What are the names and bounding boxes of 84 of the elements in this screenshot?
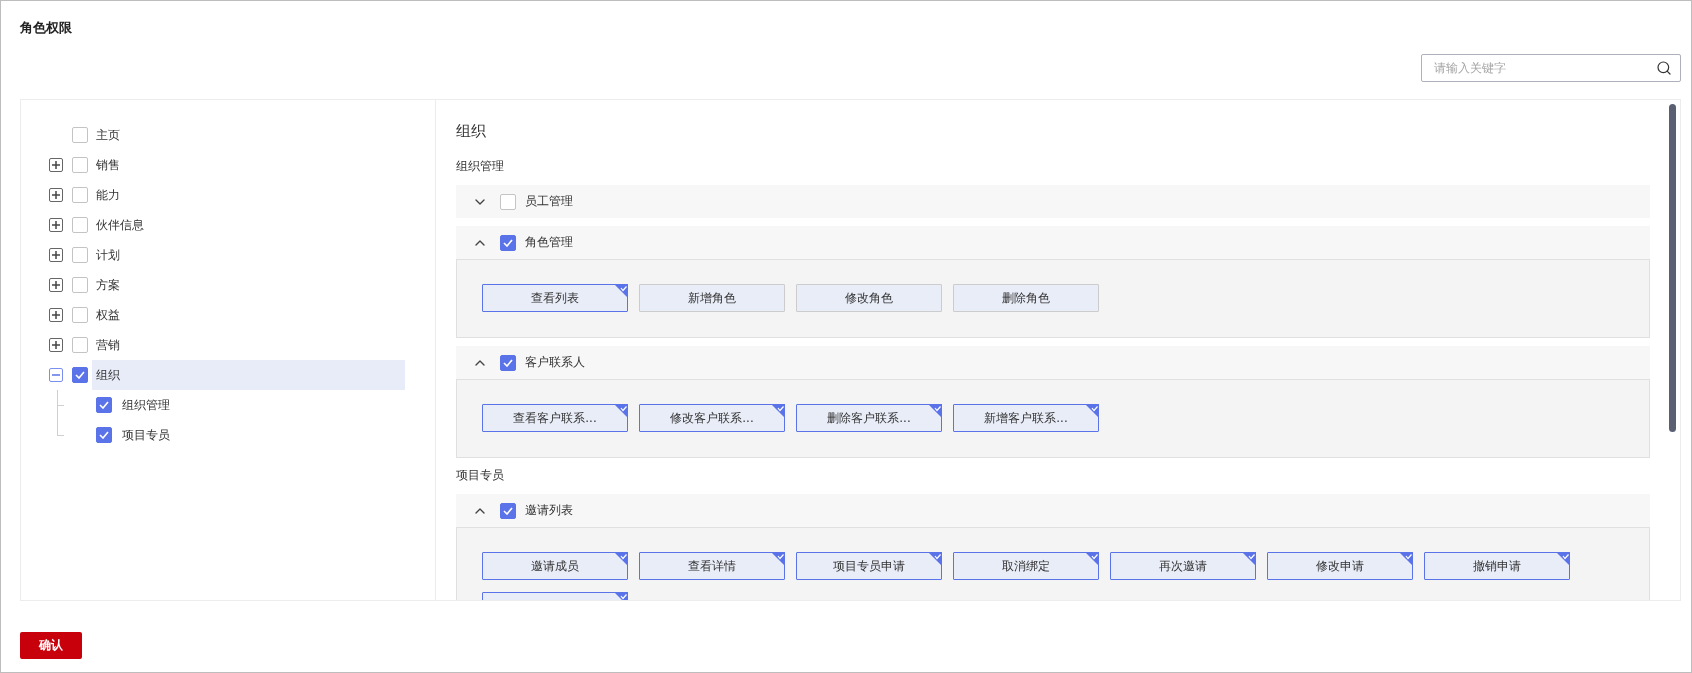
corner-check-icon — [1085, 404, 1099, 418]
tree-item[interactable]: 权益 — [92, 300, 405, 330]
checkbox[interactable] — [72, 217, 88, 233]
checkbox[interactable] — [72, 277, 88, 293]
checkbox[interactable] — [500, 193, 516, 210]
permission-button[interactable]: 修改申请 — [1267, 552, 1413, 580]
checkbox[interactable] — [72, 247, 88, 263]
tree-item[interactable]: 主页 — [92, 120, 405, 150]
tree-item[interactable]: 组织 — [92, 360, 405, 390]
tree-item[interactable]: 能力 — [92, 180, 405, 210]
corner-check-icon — [771, 404, 785, 418]
permission-button[interactable]: 新增角色 — [639, 284, 785, 312]
tree-item[interactable]: 销售 — [92, 150, 405, 180]
scrollbar[interactable] — [1669, 104, 1676, 432]
checkbox[interactable] — [500, 354, 516, 371]
corner-check-icon — [771, 552, 785, 566]
tree-item[interactable]: 计划 — [92, 240, 405, 270]
expand-icon[interactable] — [49, 308, 63, 322]
section-heading: 组织 — [456, 121, 487, 141]
corner-check-icon — [1399, 552, 1413, 566]
permission-button[interactable]: 查看详情 — [639, 552, 785, 580]
checkbox[interactable] — [72, 187, 88, 203]
corner-check-icon — [614, 552, 628, 566]
group-label: 角色管理 — [525, 234, 573, 251]
corner-check-icon — [614, 404, 628, 418]
permission-button[interactable]: 删除角色 — [953, 284, 1099, 312]
group-header[interactable]: 员工管理 — [456, 185, 1650, 218]
corner-check-icon — [1242, 552, 1256, 566]
search-icon[interactable] — [1656, 60, 1672, 76]
checkbox[interactable] — [72, 367, 88, 383]
corner-check-icon — [928, 552, 942, 566]
permission-button[interactable]: 查看列表 — [482, 284, 628, 312]
group-header[interactable]: 角色管理 — [456, 226, 1650, 259]
tree-item[interactable]: 伙伴信息 — [92, 210, 405, 240]
expand-icon[interactable] — [49, 278, 63, 292]
tree-item[interactable]: 方案 — [92, 270, 405, 300]
permission-button[interactable]: 再次邀请 — [1110, 552, 1256, 580]
corner-check-icon — [928, 404, 942, 418]
permission-button[interactable]: 项目专员申请 — [796, 552, 942, 580]
permission-button[interactable]: 查看客户联系... — [482, 404, 628, 432]
group-header[interactable]: 邀请列表 — [456, 494, 1650, 527]
tree-item[interactable]: 项目专员 — [120, 420, 172, 450]
group-label: 邀请列表 — [525, 502, 573, 519]
expand-icon[interactable] — [49, 158, 63, 172]
checkbox[interactable] — [500, 234, 516, 251]
checkbox[interactable] — [72, 307, 88, 323]
checkmark-icon — [75, 371, 85, 379]
checkbox[interactable] — [72, 127, 88, 143]
checkbox[interactable] — [72, 337, 88, 353]
checkmark-icon — [503, 506, 513, 515]
permission-button[interactable]: 取消绑定 — [953, 552, 1099, 580]
page-title: 角色权限 — [20, 19, 73, 37]
permission-button[interactable]: 邀请成员 — [482, 552, 628, 580]
group-label: 客户联系人 — [525, 354, 585, 371]
corner-check-icon — [1085, 552, 1099, 566]
group-header[interactable]: 客户联系人 — [456, 346, 1650, 379]
checkbox[interactable] — [500, 502, 516, 519]
checkmark-icon — [99, 431, 109, 439]
checkbox[interactable] — [96, 427, 112, 443]
collapse-icon[interactable] — [49, 368, 63, 382]
tree-item[interactable]: 营销 — [92, 330, 405, 360]
permission-button[interactable]: 删除客户联系... — [796, 404, 942, 432]
corner-check-icon — [1556, 552, 1570, 566]
checkbox[interactable] — [72, 157, 88, 173]
expand-icon[interactable] — [49, 188, 63, 202]
expand-icon[interactable] — [49, 248, 63, 262]
tree-item[interactable]: 组织管理 — [120, 390, 172, 420]
search-input[interactable]: 请输入关键字 — [1432, 60, 1650, 76]
confirm-button[interactable]: 确认 — [20, 632, 82, 659]
permission-button[interactable]: 修改角色 — [796, 284, 942, 312]
checkmark-icon — [99, 401, 109, 409]
expand-icon[interactable] — [49, 218, 63, 232]
checkbox[interactable] — [96, 397, 112, 413]
permission-button[interactable]: 撤销申请 — [1424, 552, 1570, 580]
group-label: 员工管理 — [525, 193, 573, 210]
permission-button[interactable]: 修改客户联系... — [639, 404, 785, 432]
search-field[interactable]: 请输入关键字 — [1421, 54, 1681, 82]
section-title: 项目专员 — [456, 467, 505, 484]
expand-icon[interactable] — [49, 338, 63, 352]
checkmark-icon — [503, 358, 513, 367]
corner-check-icon — [614, 284, 628, 298]
checkmark-icon — [503, 238, 513, 247]
section-title: 组织管理 — [456, 158, 505, 175]
permission-button[interactable]: 新增客户联系... — [953, 404, 1099, 432]
